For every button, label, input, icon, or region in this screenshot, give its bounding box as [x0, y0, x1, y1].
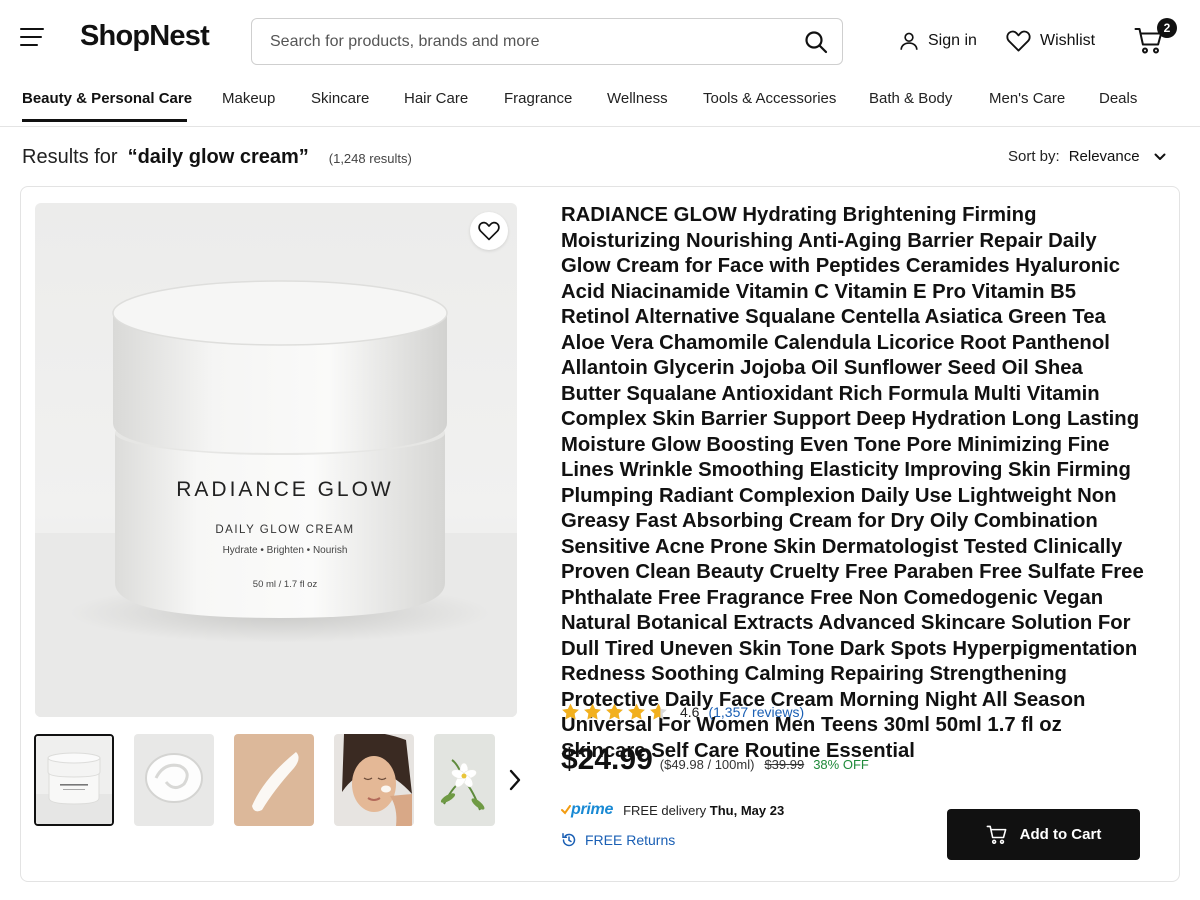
- prime-label: prime: [571, 801, 614, 818]
- search-icon[interactable]: [804, 30, 828, 54]
- category-fragrance[interactable]: Fragrance: [504, 90, 572, 107]
- product-card: RADIANCE GLOW DAILY GLOW CREAM Hydrate •…: [20, 186, 1180, 882]
- search-input[interactable]: [270, 19, 790, 64]
- reviews-link[interactable]: (1,357 reviews): [708, 704, 804, 720]
- star-icon: [628, 703, 645, 720]
- product-rating: 4.6 (1,357 reviews): [561, 702, 804, 721]
- thumbnail-botanical[interactable]: [434, 734, 495, 826]
- heart-icon: [1006, 30, 1031, 52]
- jar-product-name: DAILY GLOW CREAM: [215, 524, 354, 536]
- add-to-wishlist-button[interactable]: [470, 212, 508, 250]
- thumbnail-cream-swirl-image: [134, 734, 214, 826]
- thumbnail-jar[interactable]: [34, 734, 114, 826]
- search-bar[interactable]: [251, 18, 843, 65]
- delivery-date: Thu, May 23: [709, 802, 785, 818]
- cart-icon: [986, 825, 1007, 844]
- delivery-info: FREE delivery Thu, May 23: [623, 803, 784, 818]
- menu-icon[interactable]: [20, 28, 44, 48]
- user-icon: [900, 32, 918, 50]
- category-bath-body[interactable]: Bath & Body: [869, 90, 952, 107]
- star-icon: [562, 703, 579, 720]
- thumbnail-jar-image: [36, 736, 112, 824]
- free-returns-link[interactable]: FREE Returns: [561, 832, 675, 848]
- list-price: $39.99: [764, 757, 805, 772]
- site-header: ShopNest Sign in Wishlist 2: [0, 0, 1200, 82]
- sign-in-link[interactable]: Sign in: [898, 30, 977, 52]
- category-nav: Beauty & Personal Care Makeup Skincare H…: [0, 82, 1200, 127]
- star-icon: [584, 703, 601, 720]
- category-skincare[interactable]: Skincare: [311, 90, 369, 107]
- unit-price: ($49.98 / 100ml): [659, 757, 755, 772]
- category-beauty-personal-care[interactable]: Beauty & Personal Care: [22, 90, 192, 107]
- prime-check-icon: [561, 805, 571, 815]
- rating-value: 4.6: [680, 703, 700, 720]
- wishlist-link[interactable]: Wishlist: [1006, 30, 1095, 52]
- price-row: $24.99 ($49.98 / 100ml) $39.99 38% OFF: [561, 743, 869, 777]
- category-mens-care[interactable]: Men's Care: [989, 90, 1065, 107]
- sort-label: Sort by:: [1008, 148, 1060, 165]
- sort-select[interactable]: Relevance: [1069, 148, 1166, 165]
- current-price: $24.99: [561, 743, 653, 776]
- thumbnail-model[interactable]: [334, 734, 414, 826]
- product-title[interactable]: RADIANCE GLOW Hydrating Brightening Firm…: [561, 203, 1147, 764]
- results-prefix: Results for: [22, 146, 118, 168]
- delivery-prefix: FREE delivery: [623, 802, 707, 818]
- category-deals[interactable]: Deals: [1099, 90, 1137, 107]
- discount-badge: 38% OFF: [813, 757, 869, 772]
- sign-in-label: Sign in: [928, 32, 977, 49]
- thumbnail-cream-swatch-image: [234, 734, 314, 826]
- prime-logo: prime: [561, 801, 613, 819]
- thumbnail-model-image: [334, 734, 414, 826]
- thumbnails-next-arrow[interactable]: [505, 767, 525, 793]
- thumbnail-cream-swirl[interactable]: [134, 734, 214, 826]
- jar-size-text: 50 ml / 1.7 fl oz: [253, 579, 318, 590]
- rating-stars: [561, 702, 668, 721]
- category-makeup[interactable]: Makeup: [222, 90, 275, 107]
- sort-control: Sort by: Relevance: [1008, 148, 1166, 165]
- wishlist-label: Wishlist: [1040, 32, 1096, 49]
- heart-icon: [478, 221, 500, 241]
- results-count: (1,248 results): [328, 151, 412, 166]
- thumbnail-botanical-image: [434, 734, 495, 826]
- site-logo[interactable]: ShopNest: [80, 20, 210, 53]
- star-icon: [606, 703, 623, 720]
- active-category-indicator: [22, 119, 187, 122]
- cream-jar-illustration: RADIANCE GLOW DAILY GLOW CREAM Hydrate •…: [35, 280, 517, 717]
- chevron-down-icon: [1154, 153, 1166, 160]
- jar-benefits-text: Hydrate • Brighten • Nourish: [223, 545, 348, 556]
- star-icon: [650, 703, 667, 720]
- add-to-cart-label: Add to Cart: [1019, 826, 1102, 843]
- product-main-image[interactable]: RADIANCE GLOW DAILY GLOW CREAM Hydrate •…: [35, 203, 517, 717]
- category-wellness[interactable]: Wellness: [607, 90, 668, 107]
- sort-value: Relevance: [1068, 148, 1140, 165]
- jar-brand-text: RADIANCE GLOW: [176, 478, 394, 501]
- search-query: “daily glow cream”: [127, 146, 309, 168]
- category-tools-accessories[interactable]: Tools & Accessories: [703, 90, 836, 107]
- add-to-cart-button[interactable]: Add to Cart: [947, 809, 1140, 860]
- returns-icon: [562, 833, 576, 847]
- category-hair-care[interactable]: Hair Care: [404, 90, 468, 107]
- cart-count-badge: 2: [1157, 18, 1177, 38]
- prime-delivery: prime FREE delivery Thu, May 23: [561, 801, 784, 819]
- thumbnail-cream-swatch[interactable]: [234, 734, 314, 826]
- free-returns-label: FREE Returns: [585, 832, 676, 848]
- results-summary: Results for “daily glow cream” (1,248 re…: [22, 146, 412, 169]
